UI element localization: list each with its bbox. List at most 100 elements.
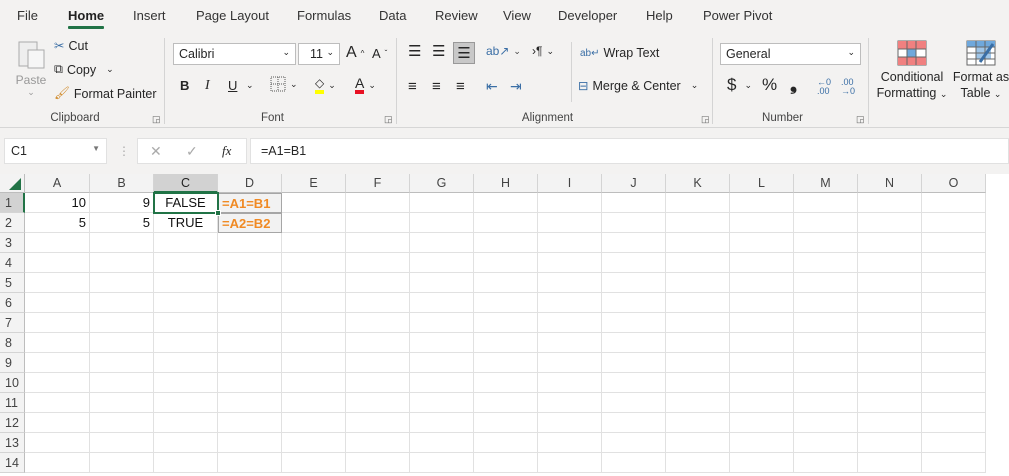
tab-file[interactable]: File	[17, 8, 38, 23]
column-header-G[interactable]: G	[410, 174, 474, 193]
cell-N4[interactable]	[858, 253, 922, 273]
cell-J8[interactable]	[602, 333, 666, 353]
cell-N13[interactable]	[858, 433, 922, 453]
cell-K7[interactable]	[666, 313, 730, 333]
cell-E6[interactable]	[282, 293, 346, 313]
increase-indent-button[interactable]: ⇥	[510, 78, 522, 95]
cell-K5[interactable]	[666, 273, 730, 293]
cell-O8[interactable]	[922, 333, 986, 353]
cell-A5[interactable]	[25, 273, 90, 293]
cell-M5[interactable]	[794, 273, 858, 293]
dialog-launcher-icon[interactable]: ◲	[701, 114, 710, 125]
cell-F8[interactable]	[346, 333, 410, 353]
cell-I11[interactable]	[538, 393, 602, 413]
cell-E7[interactable]	[282, 313, 346, 333]
cell-M9[interactable]	[794, 353, 858, 373]
decrease-font-size-button[interactable]: Aˇ	[372, 46, 387, 61]
column-header-J[interactable]: J	[602, 174, 666, 193]
cell-G5[interactable]	[410, 273, 474, 293]
cell-M1[interactable]	[794, 193, 858, 213]
dialog-launcher-icon[interactable]: ◲	[384, 114, 393, 125]
cell-J11[interactable]	[602, 393, 666, 413]
cell-L8[interactable]	[730, 333, 794, 353]
underline-button[interactable]: U	[228, 78, 237, 93]
cell-O14[interactable]	[922, 453, 986, 473]
cell-C5[interactable]	[154, 273, 218, 293]
top-align-button[interactable]: ☰	[408, 42, 421, 60]
cell-C14[interactable]	[154, 453, 218, 473]
increase-decimal-button[interactable]: ←0.00	[817, 78, 831, 96]
cell-I14[interactable]	[538, 453, 602, 473]
cell-H1[interactable]	[474, 193, 538, 213]
cell-H12[interactable]	[474, 413, 538, 433]
row-header-12[interactable]: 12	[0, 413, 25, 433]
cell-G13[interactable]	[410, 433, 474, 453]
cell-B12[interactable]	[90, 413, 154, 433]
cell-K12[interactable]	[666, 413, 730, 433]
row-header-10[interactable]: 10	[0, 373, 25, 393]
cell-D7[interactable]	[218, 313, 282, 333]
conditional-formatting-button[interactable]: Conditional Formatting ⌄	[876, 40, 948, 102]
cell-J9[interactable]	[602, 353, 666, 373]
cell-O5[interactable]	[922, 273, 986, 293]
cell-L5[interactable]	[730, 273, 794, 293]
cell-K13[interactable]	[666, 433, 730, 453]
cell-M14[interactable]	[794, 453, 858, 473]
cell-N14[interactable]	[858, 453, 922, 473]
cell-F7[interactable]	[346, 313, 410, 333]
middle-align-button[interactable]: ☰	[432, 42, 445, 60]
row-header-13[interactable]: 13	[0, 433, 25, 453]
cell-A2[interactable]: 5	[25, 213, 90, 233]
cell-N12[interactable]	[858, 413, 922, 433]
cell-C13[interactable]	[154, 433, 218, 453]
cell-I5[interactable]	[538, 273, 602, 293]
cell-N6[interactable]	[858, 293, 922, 313]
cell-E3[interactable]	[282, 233, 346, 253]
cell-F10[interactable]	[346, 373, 410, 393]
cell-N1[interactable]	[858, 193, 922, 213]
cell-L6[interactable]	[730, 293, 794, 313]
format-painter-button[interactable]: 🖌 Format Painter	[54, 86, 157, 101]
cell-E10[interactable]	[282, 373, 346, 393]
cell-I2[interactable]	[538, 213, 602, 233]
cell-I10[interactable]	[538, 373, 602, 393]
cell-C2[interactable]: TRUE	[154, 213, 218, 233]
cell-F11[interactable]	[346, 393, 410, 413]
cell-O1[interactable]	[922, 193, 986, 213]
bottom-align-button[interactable]: ☰	[453, 42, 475, 64]
cell-H2[interactable]	[474, 213, 538, 233]
cell-B4[interactable]	[90, 253, 154, 273]
cell-K6[interactable]	[666, 293, 730, 313]
column-header-K[interactable]: K	[666, 174, 730, 193]
formula-input[interactable]: =A1=B1	[250, 138, 1009, 164]
decrease-decimal-button[interactable]: .00 →0	[841, 78, 855, 96]
cell-D14[interactable]	[218, 453, 282, 473]
cell-M2[interactable]	[794, 213, 858, 233]
enter-check-icon[interactable]: ✓	[186, 143, 198, 160]
font-name-select[interactable]: Calibri ⌄	[173, 43, 296, 65]
cell-N11[interactable]	[858, 393, 922, 413]
cell-K9[interactable]	[666, 353, 730, 373]
cell-O12[interactable]	[922, 413, 986, 433]
cell-G1[interactable]	[410, 193, 474, 213]
cell-A9[interactable]	[25, 353, 90, 373]
cell-B5[interactable]	[90, 273, 154, 293]
column-header-C[interactable]: C	[154, 174, 218, 193]
cell-L3[interactable]	[730, 233, 794, 253]
cell-M3[interactable]	[794, 233, 858, 253]
tab-data[interactable]: Data	[379, 8, 406, 23]
dialog-launcher-icon[interactable]: ◲	[856, 114, 865, 125]
cell-D5[interactable]	[218, 273, 282, 293]
text-direction-button[interactable]: ›¶ ⌄	[532, 44, 554, 58]
font-size-select[interactable]: 11 ⌄	[298, 43, 340, 65]
cell-M11[interactable]	[794, 393, 858, 413]
column-header-A[interactable]: A	[25, 174, 90, 193]
wrap-text-button[interactable]: ab↵ Wrap Text	[580, 46, 659, 60]
fill-color-button[interactable]: ◇ ⌄	[315, 76, 336, 94]
column-header-E[interactable]: E	[282, 174, 346, 193]
cell-F9[interactable]	[346, 353, 410, 373]
column-header-I[interactable]: I	[538, 174, 602, 193]
cell-G14[interactable]	[410, 453, 474, 473]
cell-L12[interactable]	[730, 413, 794, 433]
cell-I7[interactable]	[538, 313, 602, 333]
